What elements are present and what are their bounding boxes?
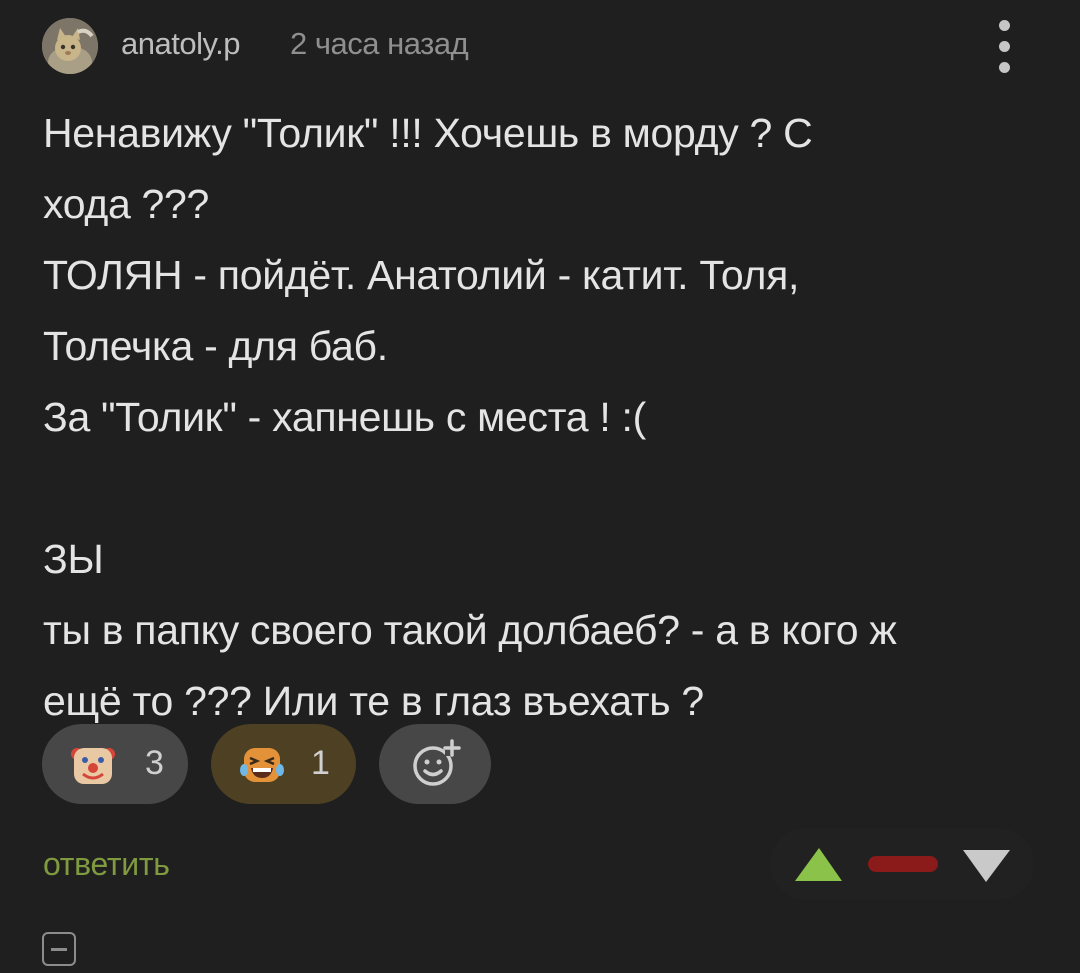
avatar-cat-icon	[42, 18, 98, 74]
comment-line: За "Толик" - хапнешь с места ! :(	[43, 394, 646, 440]
comment-line: хода ???	[43, 181, 210, 227]
kebab-menu-icon[interactable]	[988, 18, 1022, 74]
comment-line: ТОЛЯН - пойдёт. Анатолий - катит. Толя,	[43, 252, 800, 298]
rating-bar-icon	[868, 856, 938, 872]
comment-line: ещё то ??? Или те в глаз въехать ?	[43, 678, 704, 724]
add-reaction-smile-icon	[413, 739, 461, 786]
avatar[interactable]	[42, 18, 98, 74]
comment-line: ты в папку своего такой долбаеб? - а в к…	[43, 607, 897, 653]
minus-sign	[51, 948, 67, 951]
comment-body: Ненавижу "Толик" !!! Хочешь в морду ? С …	[43, 98, 1043, 737]
collapse-minus-icon[interactable]	[42, 932, 76, 966]
reply-button[interactable]: ответить	[43, 846, 170, 883]
vote-controls-graphics	[795, 848, 1010, 882]
comment-line: Ненавижу "Толик" !!! Хочешь в морду ? С	[43, 110, 813, 156]
comment-line	[43, 453, 1043, 524]
downvote-triangle-icon[interactable]	[963, 850, 1010, 882]
laughing-tears-face-icon	[240, 748, 284, 782]
clown-face-icon	[71, 748, 115, 784]
comment-line: Толечка - для баб.	[43, 323, 388, 369]
reaction-clown[interactable]: 3	[42, 724, 188, 804]
comment-timestamp: 2 часа назад	[290, 26, 469, 61]
reaction-count: 1	[311, 744, 330, 782]
add-reaction-button[interactable]	[379, 724, 491, 804]
comment-author[interactable]: anatoly.p	[121, 26, 241, 62]
upvote-triangle-icon[interactable]	[795, 848, 842, 881]
comment-line: ЗЫ	[43, 536, 104, 582]
reaction-laughing[interactable]: 1	[211, 724, 356, 804]
reaction-count: 3	[145, 744, 164, 782]
vote-controls	[770, 828, 1034, 900]
